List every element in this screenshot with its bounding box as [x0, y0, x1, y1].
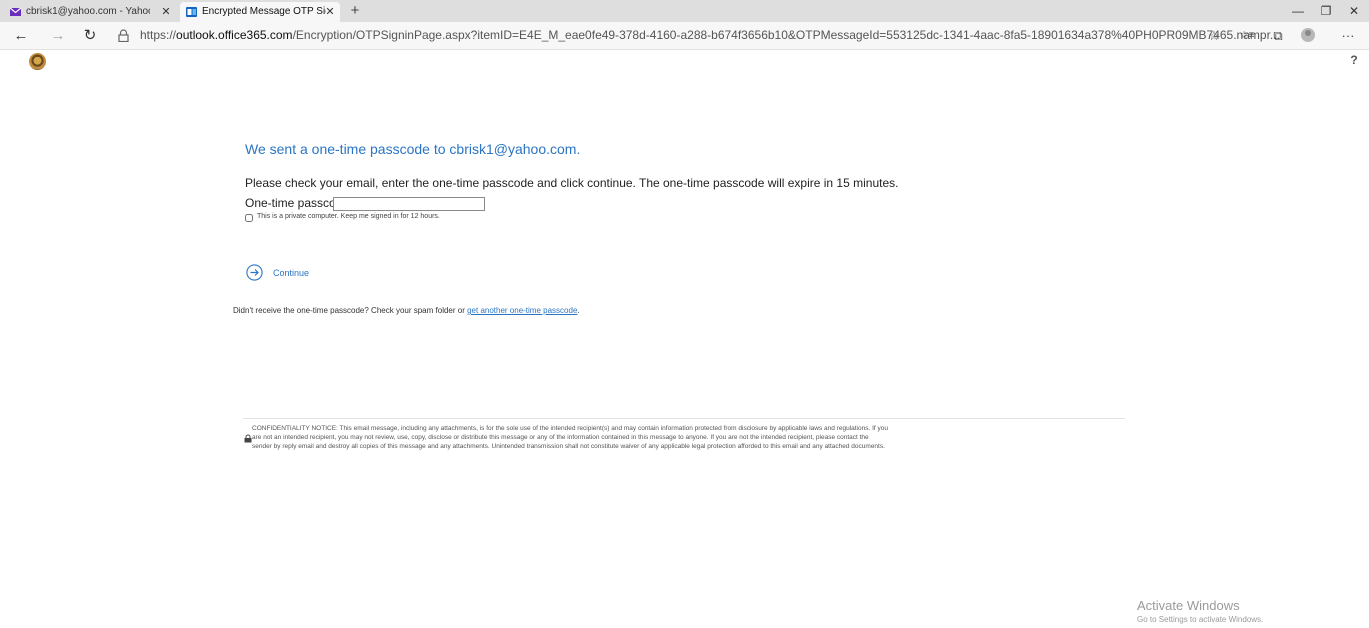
- help-icon[interactable]: ?: [1347, 53, 1361, 69]
- organization-seal-logo: [29, 53, 46, 70]
- activate-windows-title: Activate Windows: [1137, 598, 1240, 613]
- minimize-button[interactable]: —: [1284, 0, 1312, 22]
- profile-avatar[interactable]: [1301, 28, 1315, 42]
- tab-yahoo-mail[interactable]: cbrisk1@yahoo.com - Yahoo Ma ✕: [4, 2, 176, 22]
- get-another-passcode-link[interactable]: get another one-time passcode: [467, 306, 577, 315]
- favorites-icon[interactable]: ☆≡: [1236, 22, 1258, 49]
- tab-title: Encrypted Message OTP Sign in: [202, 6, 326, 17]
- otp-input[interactable]: [333, 197, 485, 211]
- url-prefix: https://: [140, 28, 177, 42]
- resend-suffix: .: [577, 306, 580, 315]
- address-bar-row: ← → ↻ https://outlook.office365.com/Encr…: [0, 22, 1369, 50]
- lock-icon[interactable]: [118, 29, 129, 42]
- close-window-button[interactable]: ✕: [1340, 0, 1368, 22]
- favorite-star-icon[interactable]: ☆: [1203, 22, 1225, 49]
- mail-icon: [10, 7, 21, 16]
- confidentiality-line: CONFIDENTIALITY NOTICE: This email messa…: [252, 425, 888, 432]
- instructions-text: Please check your email, enter the one-t…: [245, 176, 899, 190]
- more-menu-icon[interactable]: ···: [1337, 22, 1359, 49]
- url-field[interactable]: https://outlook.office365.com/Encryption…: [140, 22, 1280, 49]
- refresh-button[interactable]: ↻: [78, 22, 102, 49]
- confidentiality-notice: CONFIDENTIALITY NOTICE: This email messa…: [252, 424, 1132, 451]
- tab-title: cbrisk1@yahoo.com - Yahoo Ma: [26, 6, 150, 17]
- resend-message: Didn't receive the one-time passcode? Ch…: [233, 306, 580, 315]
- continue-button[interactable]: Continue: [273, 268, 309, 278]
- back-button[interactable]: ←: [9, 22, 33, 49]
- url-path: /Encryption/OTPSigninPage.aspx?itemID=E4…: [292, 28, 1280, 42]
- tab-close-button[interactable]: ✕: [324, 2, 336, 22]
- tab-encrypted-message[interactable]: Encrypted Message OTP Sign in ✕: [180, 2, 340, 22]
- outlook-icon: [186, 7, 197, 17]
- resend-text: Didn't receive the one-time passcode? Ch…: [233, 306, 468, 315]
- divider: [243, 418, 1125, 419]
- tab-strip: cbrisk1@yahoo.com - Yahoo Ma ✕ Encrypted…: [0, 0, 1369, 22]
- confidentiality-line: are not an intended recipient, you may n…: [252, 434, 869, 441]
- restore-button[interactable]: ❐: [1312, 0, 1340, 22]
- keep-signed-in-label: This is a private computer. Keep me sign…: [257, 213, 440, 220]
- activate-windows-subtitle: Go to Settings to activate Windows.: [1137, 615, 1264, 624]
- url-host: outlook.office365.com: [176, 28, 293, 42]
- keep-signed-in-checkbox[interactable]: [245, 214, 253, 222]
- page-headline: We sent a one-time passcode to cbrisk1@y…: [245, 141, 581, 157]
- collections-icon[interactable]: ⧉: [1267, 22, 1289, 49]
- tab-close-button[interactable]: ✕: [160, 2, 172, 22]
- forward-button[interactable]: →: [46, 22, 70, 49]
- confidentiality-line: sender by reply email and destroy all co…: [252, 443, 885, 450]
- new-tab-button[interactable]: +: [346, 0, 364, 22]
- lock-icon: [244, 434, 252, 443]
- continue-arrow-icon[interactable]: [246, 264, 263, 281]
